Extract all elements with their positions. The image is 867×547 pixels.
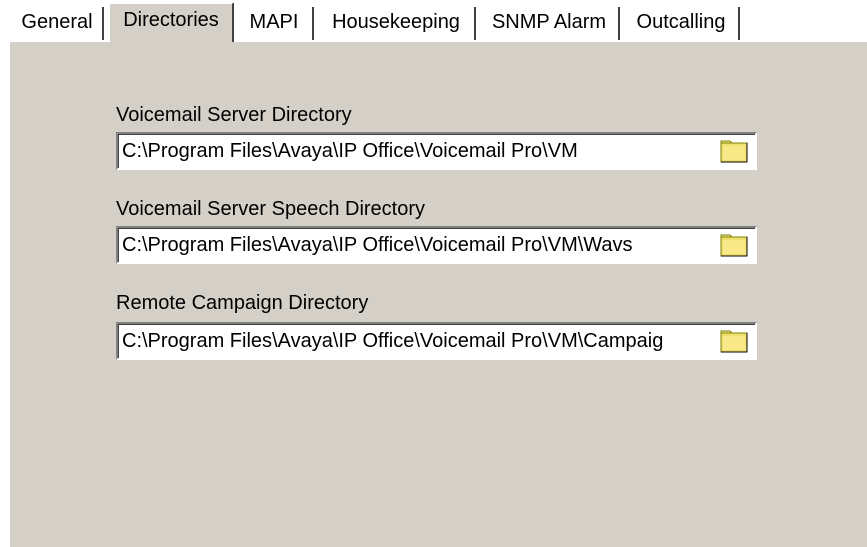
voicemail-server-directory-value[interactable]: C:\Program Files\Avaya\IP Office\Voicema… — [122, 139, 720, 163]
tab-housekeeping[interactable]: Housekeeping — [318, 7, 476, 41]
tab-general-label: General — [21, 11, 93, 33]
directories-settings-window: General Directories MAPI Housekeeping SN… — [0, 0, 867, 547]
voicemail-server-speech-directory-label: Voicemail Server Speech Directory — [116, 198, 426, 220]
tab-strip: General Directories MAPI Housekeeping SN… — [0, 0, 867, 42]
voicemail-server-speech-directory-field[interactable]: C:\Program Files\Avaya\IP Office\Voicema… — [116, 226, 757, 264]
voicemail-server-directory-field[interactable]: C:\Program Files\Avaya\IP Office\Voicema… — [116, 132, 757, 170]
remote-campaign-directory-field[interactable]: C:\Program Files\Avaya\IP Office\Voicema… — [116, 322, 757, 360]
remote-campaign-directory-label: Remote Campaign Directory — [116, 292, 369, 314]
tab-mapi-label: MAPI — [249, 11, 299, 33]
tab-mapi[interactable]: MAPI — [236, 7, 314, 41]
tab-directories-label: Directories — [123, 9, 219, 31]
directories-panel: Voicemail Server Directory C:\Program Fi… — [8, 40, 867, 547]
folder-icon[interactable] — [719, 138, 751, 164]
tab-housekeeping-label: Housekeeping — [332, 11, 460, 33]
folder-icon[interactable] — [719, 328, 751, 354]
voicemail-server-speech-directory-value[interactable]: C:\Program Files\Avaya\IP Office\Voicema… — [122, 233, 720, 257]
tab-outcalling[interactable]: Outcalling — [624, 7, 740, 41]
folder-icon[interactable] — [719, 232, 751, 258]
tab-outcalling-label: Outcalling — [636, 11, 726, 33]
tab-snmp-alarm-label: SNMP Alarm — [491, 11, 607, 33]
tab-directories[interactable]: Directories — [108, 2, 234, 42]
voicemail-server-directory-label: Voicemail Server Directory — [116, 104, 352, 126]
remote-campaign-directory-value[interactable]: C:\Program Files\Avaya\IP Office\Voicema… — [122, 329, 720, 353]
tab-general[interactable]: General — [12, 7, 104, 41]
tab-snmp-alarm[interactable]: SNMP Alarm — [480, 7, 620, 41]
